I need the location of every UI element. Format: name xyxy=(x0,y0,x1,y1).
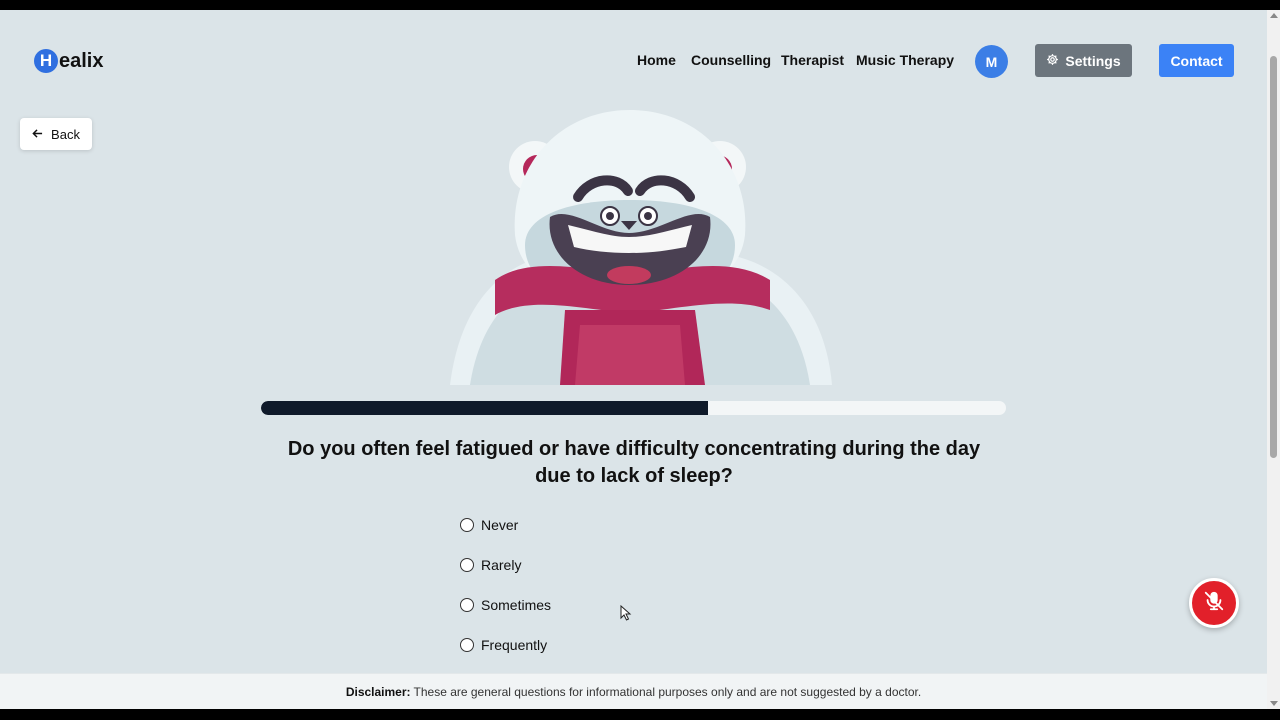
nav-therapist[interactable]: Therapist xyxy=(781,52,844,68)
nav-home[interactable]: Home xyxy=(637,52,676,68)
microphone-toggle-button[interactable] xyxy=(1189,578,1239,628)
window-bottom-edge xyxy=(0,709,1280,720)
option-frequently[interactable]: Frequently xyxy=(460,637,547,653)
disclaimer-text: These are general questions for informat… xyxy=(413,684,922,699)
settings-button[interactable]: Settings xyxy=(1035,44,1132,77)
arrow-left-icon xyxy=(32,127,43,142)
disclaimer-label: Disclaimer: xyxy=(345,684,411,699)
back-button[interactable]: Back xyxy=(20,118,92,150)
logo-mark: H xyxy=(34,49,58,73)
option-label: Rarely xyxy=(481,557,522,573)
gear-icon xyxy=(1046,53,1059,69)
disclaimer-bar: Disclaimer: These are general questions … xyxy=(0,673,1267,709)
settings-button-label: Settings xyxy=(1065,52,1121,69)
logo-text: ealix xyxy=(59,49,104,72)
bear-mascot-illustration xyxy=(450,110,832,385)
back-button-label: Back xyxy=(51,126,80,142)
scroll-down-icon[interactable] xyxy=(1270,701,1278,706)
radio-button[interactable] xyxy=(460,598,474,612)
microphone-off-icon xyxy=(1203,590,1225,617)
option-rarely[interactable]: Rarely xyxy=(460,557,521,573)
option-sometimes[interactable]: Sometimes xyxy=(460,597,551,613)
user-avatar[interactable]: M xyxy=(975,45,1008,78)
question-text: Do you often feel fatigued or have diffi… xyxy=(287,438,981,487)
nav-counselling[interactable]: Counselling xyxy=(691,52,771,68)
scroll-up-icon[interactable] xyxy=(1270,13,1278,18)
logo[interactable]: H ealix xyxy=(34,49,103,73)
scrollbar-thumb[interactable] xyxy=(1270,56,1277,458)
radio-button[interactable] xyxy=(460,558,474,572)
mouse-cursor-icon xyxy=(620,605,632,621)
window-top-edge xyxy=(0,0,1280,10)
quiz-progress-fill xyxy=(261,401,708,415)
contact-button[interactable]: Contact xyxy=(1159,44,1234,77)
radio-button[interactable] xyxy=(460,638,474,652)
option-never[interactable]: Never xyxy=(460,517,518,533)
option-label: Sometimes xyxy=(481,597,552,613)
radio-button[interactable] xyxy=(460,518,474,532)
option-label: Frequently xyxy=(481,637,548,653)
nav-music-therapy[interactable]: Music Therapy xyxy=(856,52,954,68)
option-label: Never xyxy=(481,517,519,533)
quiz-progress-bar xyxy=(261,401,1006,415)
page-scrollbar[interactable] xyxy=(1267,10,1280,709)
